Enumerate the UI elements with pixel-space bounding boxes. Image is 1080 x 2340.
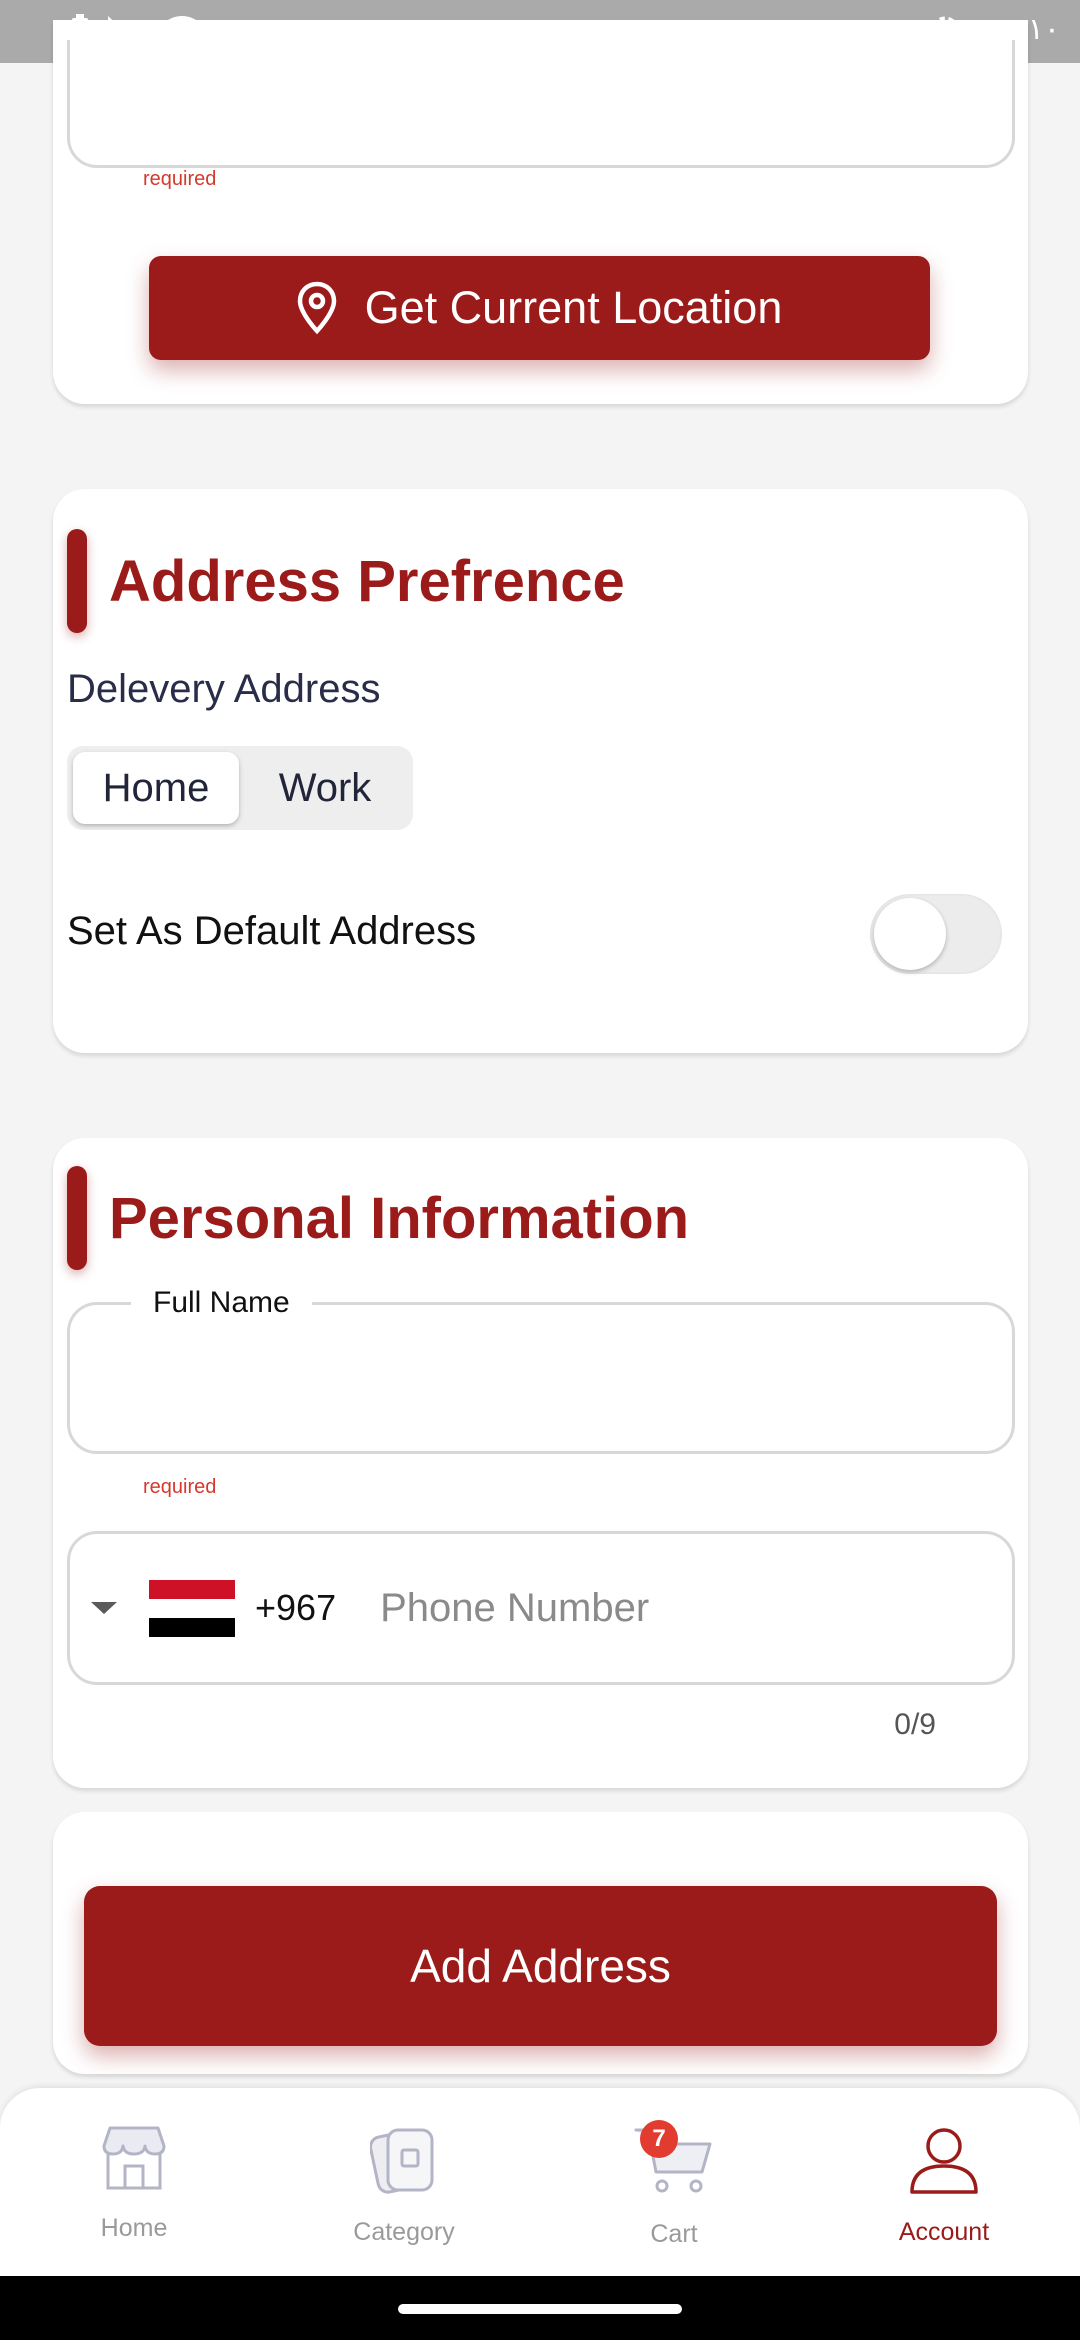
home-gesture-handle[interactable] <box>398 2304 682 2314</box>
personal-information-title: Personal Information <box>109 1185 690 1251</box>
address-preference-title: Address Prefrence <box>109 548 625 614</box>
section-header: Personal Information <box>67 1166 689 1270</box>
person-icon <box>910 2128 978 2194</box>
get-location-label: Get Current Location <box>364 282 783 333</box>
phone-number-placeholder[interactable]: Phone Number <box>380 1586 649 1631</box>
full-name-label: Full Name <box>131 1286 312 1320</box>
address-type-home[interactable]: Home <box>73 752 239 824</box>
delivery-address-label: Delevery Address <box>67 667 381 711</box>
category-icon <box>370 2128 434 2194</box>
phone-input-row: +967 Phone Number <box>91 1578 649 1638</box>
add-address-button[interactable]: Add Address <box>84 1886 997 2046</box>
country-dropdown-caret-icon[interactable] <box>91 1602 117 1614</box>
phone-character-counter: 0/9 <box>894 1708 936 1741</box>
location-card: required Get Current Location <box>53 20 1028 404</box>
address-field[interactable] <box>67 40 1015 168</box>
section-accent-bar <box>67 1166 87 1270</box>
location-pin-icon <box>297 281 336 335</box>
nav-category-label: Category <box>353 2218 455 2246</box>
nav-home[interactable]: Home <box>34 2124 234 2243</box>
toggle-knob <box>874 898 946 970</box>
full-name-field[interactable] <box>67 1302 1015 1454</box>
nav-cart-label: Cart <box>650 2220 698 2248</box>
required-hint: required <box>143 168 217 190</box>
bottom-navigation: Home Category 7 Cart Account <box>0 2088 1080 2276</box>
dial-code: +967 <box>255 1587 337 1628</box>
nav-account[interactable]: Account <box>844 2124 1044 2247</box>
system-navigation-bar <box>0 2276 1080 2340</box>
nav-cart[interactable]: 7 Cart <box>574 2120 774 2249</box>
personal-information-card: Personal Information Full Name required … <box>53 1138 1028 1788</box>
section-header: Address Prefrence <box>67 529 625 633</box>
address-type-work[interactable]: Work <box>243 752 407 824</box>
default-address-toggle[interactable] <box>870 894 1002 974</box>
yemen-flag-icon[interactable] <box>149 1579 235 1637</box>
default-address-label: Set As Default Address <box>67 909 477 953</box>
get-current-location-button[interactable]: Get Current Location <box>149 256 930 360</box>
submit-card: Add Address <box>53 1812 1028 2074</box>
nav-home-label: Home <box>100 2214 168 2242</box>
cart-count-badge: 7 <box>640 2120 678 2158</box>
required-hint: required <box>143 1476 217 1498</box>
nav-account-label: Account <box>898 2218 990 2246</box>
address-preference-card: Address Prefrence Delevery Address Home … <box>53 489 1028 1053</box>
section-accent-bar <box>67 529 87 633</box>
cart-icon-wrapper: 7 <box>632 2120 716 2198</box>
address-type-selector: Home Work <box>67 746 413 830</box>
store-icon <box>102 2126 166 2190</box>
nav-category[interactable]: Category <box>304 2124 504 2247</box>
